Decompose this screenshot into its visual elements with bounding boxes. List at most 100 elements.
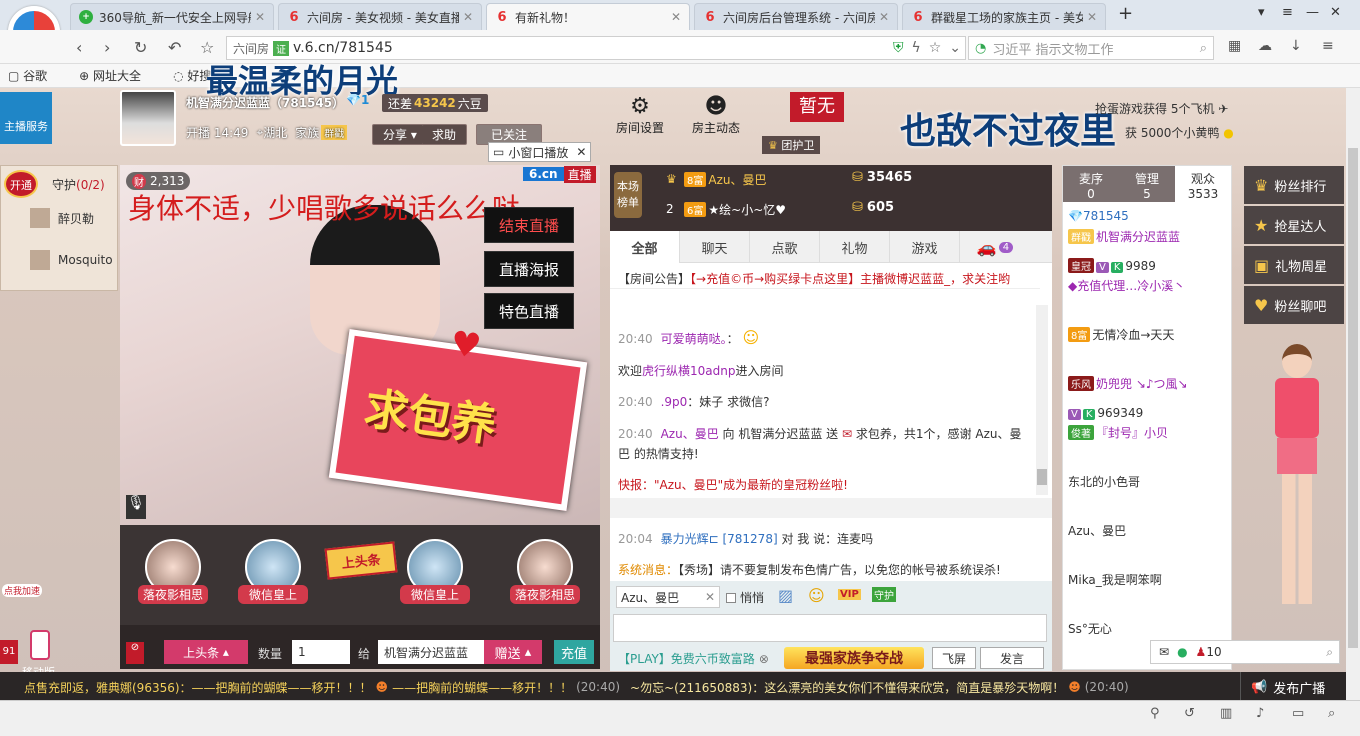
quantity-input[interactable]: 1 bbox=[292, 640, 350, 664]
special-live-button[interactable]: 特色直播 bbox=[484, 293, 574, 329]
speed-up-badge[interactable]: 点我加速 bbox=[2, 584, 43, 597]
viewer-item[interactable]: 俊著 『封号』小贝 bbox=[1068, 424, 1168, 441]
viewer-item[interactable]: Ss°无心 bbox=[1068, 620, 1112, 637]
volume-icon[interactable]: ♪ bbox=[1256, 706, 1264, 721]
speak-button[interactable]: 发言 bbox=[980, 647, 1044, 669]
browser-tab-2[interactable]: 6 有新礼物！ ✕ bbox=[486, 3, 690, 30]
end-live-button[interactable]: 结束直播 bbox=[484, 207, 574, 243]
zoom-icon[interactable]: ⌕ bbox=[1328, 706, 1335, 721]
close-icon[interactable]: ⊗ bbox=[759, 652, 769, 666]
tab-audience[interactable]: 观众 3533 bbox=[1175, 166, 1231, 202]
tab-mic-queue[interactable]: 麦序 0 bbox=[1063, 166, 1119, 202]
tab-managers[interactable]: 管理 5 bbox=[1119, 166, 1175, 202]
open-guard-button[interactable]: 开通 bbox=[4, 170, 38, 198]
fan-chat-button[interactable]: ♥ 粉丝聊吧 bbox=[1244, 286, 1344, 324]
whisper-checkbox[interactable]: 悄悄 bbox=[726, 589, 764, 606]
gift-item-0[interactable]: 落夜影相思 bbox=[138, 539, 208, 614]
msg-user[interactable]: .9p0 bbox=[661, 395, 688, 409]
trash-icon[interactable]: ▥ bbox=[1220, 706, 1232, 721]
mini-window-button[interactable]: ▭ 小窗口播放 ✕ bbox=[488, 142, 592, 162]
viewer-item[interactable]: V K 969349 bbox=[1068, 406, 1143, 420]
session-rank-tab[interactable]: 本场 榜单 bbox=[614, 172, 642, 218]
msg-user[interactable]: 暴力光辉⊏ [781278] bbox=[661, 532, 778, 546]
shield-icon[interactable]: ⛨ bbox=[893, 40, 904, 56]
chat-text-input[interactable] bbox=[613, 614, 1047, 642]
gift-item-1[interactable]: 微信皇上 bbox=[238, 539, 308, 614]
close-window-icon[interactable]: ✕ bbox=[1330, 5, 1341, 20]
refresh-icon[interactable]: ↻ bbox=[134, 38, 147, 57]
help-button[interactable]: 求助 bbox=[422, 124, 468, 145]
guard-icon[interactable]: 守护 bbox=[872, 587, 896, 602]
back-icon[interactable]: ‹ bbox=[76, 38, 82, 57]
search-icon[interactable]: ⌕ bbox=[1326, 645, 1333, 660]
anchor-service-button[interactable]: 主播服务 bbox=[0, 92, 52, 144]
mobile-icon[interactable] bbox=[30, 630, 50, 660]
pin-icon[interactable]: ⚲ bbox=[1150, 706, 1160, 721]
viewer-item[interactable]: Mika_我是啊笨啊 bbox=[1068, 571, 1162, 588]
browser-tab-1[interactable]: 6 六间房 - 美女视频 - 美女直播 ✕ bbox=[278, 3, 482, 30]
guard-team-badge[interactable]: ♛ 团护卫 bbox=[762, 136, 821, 154]
browser-tab-3[interactable]: 6 六间房后台管理系统 - 六间房 ✕ bbox=[694, 3, 898, 30]
notice-text[interactable]: 【→充值©币→购买绿卡点这里】主播微博迟蓝蓝_，求关注哟 bbox=[690, 272, 1010, 286]
viewer-item[interactable]: 💎781545 bbox=[1068, 209, 1129, 223]
browser-tab-0[interactable]: +360导航_新一代安全上网导航 ✕ bbox=[70, 3, 274, 30]
main-menu-icon[interactable]: ≡ bbox=[1322, 38, 1334, 54]
close-icon[interactable]: ✕ bbox=[1087, 10, 1097, 24]
family-battle-banner[interactable]: 最强家族争夺战 bbox=[784, 647, 924, 669]
viewer-item[interactable]: 东北的小色哥 bbox=[1068, 473, 1140, 490]
owner-dynamic-button[interactable]: ☻ 房主动态 bbox=[688, 94, 744, 136]
viewer-item[interactable]: ◆充值代理…冷小溪丶 bbox=[1068, 277, 1185, 294]
close-icon[interactable]: ✕ bbox=[463, 10, 473, 24]
menu-icon[interactable]: ≡ bbox=[1282, 5, 1293, 20]
publish-broadcast-button[interactable]: 📢 发布广播 bbox=[1240, 672, 1346, 702]
new-tab-icon[interactable]: + bbox=[1118, 3, 1133, 24]
live-poster-button[interactable]: 直播海报 bbox=[484, 251, 574, 287]
lightning-icon[interactable]: ϟ bbox=[911, 40, 920, 56]
close-icon[interactable]: ✕ bbox=[879, 10, 889, 24]
vip-icon[interactable]: VIP bbox=[838, 589, 861, 600]
viewer-item[interactable]: 皇冠 V K 9989 bbox=[1068, 258, 1156, 273]
guard-member-0[interactable]: 醉贝勒 bbox=[10, 208, 94, 228]
msg-user[interactable]: 可爱萌萌哒。 bbox=[661, 332, 727, 346]
mail-icon[interactable]: ✉ bbox=[1159, 645, 1169, 659]
reply-target-select[interactable]: Azu、曼巴 ✕ bbox=[616, 586, 720, 608]
send-gift-button[interactable]: 赠送 ▴ bbox=[484, 640, 542, 664]
gift-item-4[interactable]: 落夜影相思 bbox=[510, 539, 580, 614]
chat-tab-chat[interactable]: 聊天 bbox=[680, 231, 750, 263]
no-effect-icon[interactable]: ⊘ bbox=[126, 642, 144, 664]
star-icon[interactable]: ☆ bbox=[200, 38, 214, 57]
window-icon[interactable]: ▭ bbox=[1292, 706, 1304, 721]
favorite-icon[interactable]: ☆ bbox=[929, 40, 942, 56]
close-icon[interactable]: ✕ bbox=[705, 590, 715, 604]
gift-select[interactable]: 上头条 ▴ bbox=[164, 640, 248, 664]
family-badge[interactable]: 群戳 bbox=[321, 125, 348, 140]
search-input[interactable]: ◔ 习近平 指示文物工作 ⌕ bbox=[968, 36, 1214, 60]
fly-screen-button[interactable]: 飞屏 bbox=[932, 647, 976, 669]
msg-user[interactable]: Azu、曼巴 bbox=[661, 427, 719, 441]
forward-icon[interactable]: › bbox=[104, 38, 110, 57]
fan-ranking-button[interactable]: ♛ 粉丝排行 bbox=[1244, 166, 1344, 204]
viewer-item[interactable]: 群戳 机智满分迟蓝蓝 bbox=[1068, 228, 1180, 245]
search-icon[interactable]: ⌕ bbox=[1200, 41, 1207, 56]
guard-member-1[interactable]: Mosquito bbox=[10, 250, 113, 270]
chat-tab-all[interactable]: 全部 bbox=[610, 231, 680, 263]
recipient-select[interactable]: 机智满分迟蓝蓝 bbox=[378, 640, 484, 664]
rotate-icon[interactable]: ↺ bbox=[1184, 706, 1195, 721]
room-settings-button[interactable]: ⚙ 房间设置 bbox=[612, 94, 668, 136]
gift-item-3[interactable]: 微信皇上 bbox=[400, 539, 470, 614]
viewer-item[interactable]: 8富 无情冷血→天天 bbox=[1068, 326, 1174, 343]
star-grab-button[interactable]: ★ 抢星达人 bbox=[1244, 206, 1344, 244]
chevron-down-icon[interactable]: ⌄ bbox=[949, 40, 961, 56]
scrollbar-thumb[interactable] bbox=[1037, 469, 1047, 485]
emoji-icon[interactable]: ☺ bbox=[808, 586, 825, 605]
download-icon[interactable]: ↓ bbox=[1290, 38, 1302, 54]
gift-item-2[interactable]: 上头条 bbox=[324, 541, 398, 580]
close-icon[interactable]: ✕ bbox=[576, 145, 586, 159]
checkbox[interactable] bbox=[726, 592, 736, 603]
bookmark-sites[interactable]: ⊕ 网址大全 bbox=[79, 67, 157, 84]
bookmark-google[interactable]: ▢ 谷歌 bbox=[8, 67, 63, 84]
chat-tab-song[interactable]: 点歌 bbox=[750, 231, 820, 263]
chat-tab-gift[interactable]: 礼物 bbox=[820, 231, 890, 263]
close-icon[interactable]: ✕ bbox=[671, 10, 681, 24]
apps-icon[interactable]: ▦ bbox=[1228, 38, 1241, 54]
